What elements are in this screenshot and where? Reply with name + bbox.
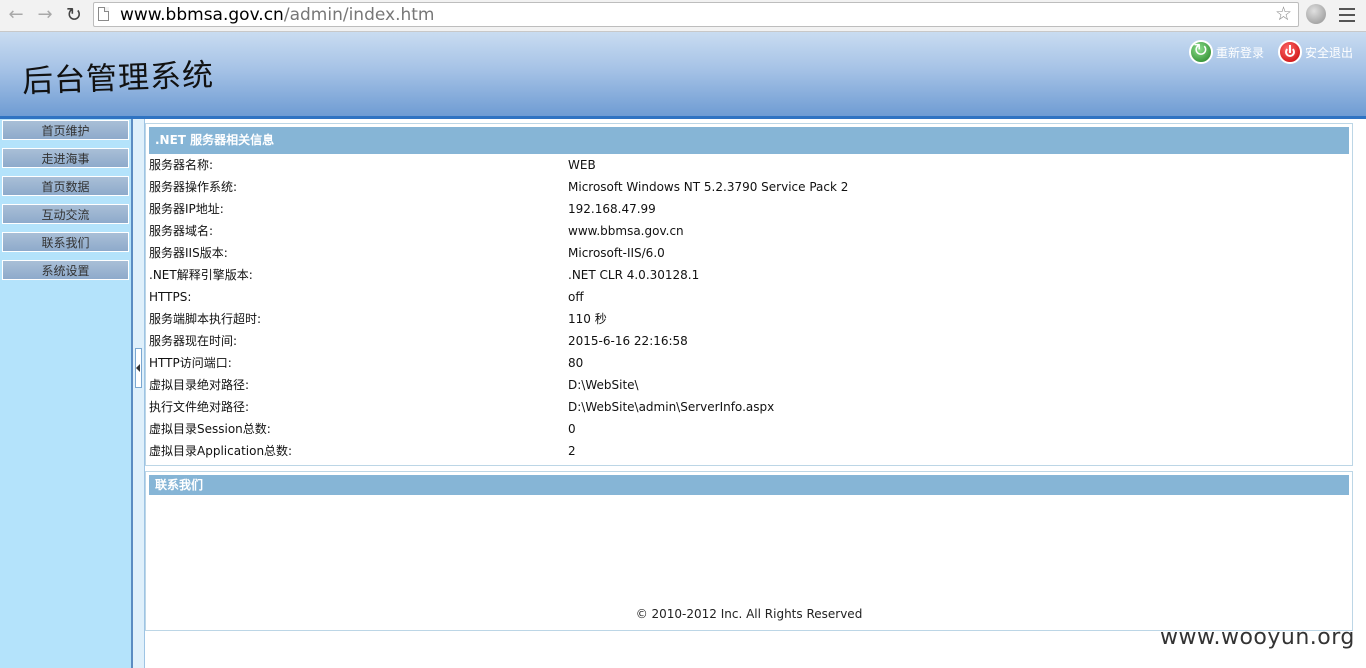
table-row: 虚拟目录绝对路径: D:\WebSite\ <box>146 374 1352 396</box>
address-bar[interactable]: www.bbmsa.gov.cn/admin/index.htm ☆ <box>93 2 1299 27</box>
row-value: WEB <box>568 158 596 172</box>
relogin-button[interactable]: 重新登录 <box>1189 40 1264 64</box>
contact-heading: 联系我们 <box>149 475 1349 495</box>
table-row: 服务器IIS版本: Microsoft-IIS/6.0 <box>146 242 1352 264</box>
sidebar-item-home-maintenance[interactable]: 首页维护 <box>2 120 129 140</box>
table-row: 执行文件绝对路径: D:\WebSite\admin\ServerInfo.asp… <box>146 396 1352 418</box>
row-value: 192.168.47.99 <box>568 202 656 216</box>
url-host: www.bbmsa.gov.cn <box>120 5 284 25</box>
relogin-label: 重新登录 <box>1216 45 1265 60</box>
table-row: .NET解释引擎版本: .NET CLR 4.0.30128.1 <box>146 264 1352 286</box>
table-row: 服务器域名: www.bbmsa.gov.cn <box>146 220 1352 242</box>
row-label: 服务器现在时间: <box>149 334 238 348</box>
watermark: www.wooyun.org <box>1160 625 1355 650</box>
table-row: HTTPS: off <box>146 286 1352 308</box>
row-value: 0 <box>568 422 576 436</box>
row-label: HTTPS: <box>149 290 192 304</box>
site-header: 后台管理系统 重新登录 安全退出 <box>0 32 1366 116</box>
url-text[interactable]: www.bbmsa.gov.cn/admin/index.htm <box>120 5 434 25</box>
table-row: HTTP访问端口: 80 <box>146 352 1352 374</box>
row-value: .NET CLR 4.0.30128.1 <box>568 268 700 282</box>
table-row: 服务器现在时间: 2015-6-16 22:16:58 <box>146 330 1352 352</box>
row-value: off <box>568 290 584 304</box>
row-label: 虚拟目录Session总数: <box>149 422 271 436</box>
hamburger-menu-icon[interactable] <box>1339 8 1355 26</box>
row-value: www.bbmsa.gov.cn <box>568 224 684 238</box>
table-row: 服务器名称: WEB <box>146 154 1352 176</box>
row-label: HTTP访问端口: <box>149 356 232 370</box>
row-label: 服务器操作系统: <box>149 180 238 194</box>
back-arrow-icon[interactable]: ← <box>5 4 27 26</box>
power-icon <box>1278 40 1302 64</box>
table-row: 服务器IP地址: 192.168.47.99 <box>146 198 1352 220</box>
page-icon <box>98 7 109 21</box>
row-label: .NET解释引擎版本: <box>149 268 253 282</box>
table-row: 服务端脚本执行超时: 110 秒 <box>146 308 1352 330</box>
table-row: 虚拟目录Application总数: 2 <box>146 440 1352 462</box>
sidebar-item-about-maritime[interactable]: 走进海事 <box>2 148 129 168</box>
row-label: 服务器IIS版本: <box>149 246 228 260</box>
sidebar-item-system-settings[interactable]: 系统设置 <box>2 260 129 280</box>
row-label: 服务器域名: <box>149 224 214 238</box>
reload-icon[interactable]: ↻ <box>63 4 85 26</box>
header-divider <box>0 116 1366 119</box>
row-value: 80 <box>568 356 584 370</box>
server-info-table: 服务器名称: WEB 服务器操作系统: Microsoft Windows NT 5… <box>146 154 1352 462</box>
table-row: 虚拟目录Session总数: 0 <box>146 418 1352 440</box>
globe-extension-icon[interactable] <box>1306 4 1326 24</box>
row-value: D:\WebSite\ <box>568 378 639 392</box>
site-title: 后台管理系统 <box>21 57 215 100</box>
contact-panel: 联系我们 © 2010-2012 Inc. All Rights Reserve… <box>145 471 1353 631</box>
row-label: 虚拟目录Application总数: <box>149 444 293 458</box>
sidebar-item-home-data[interactable]: 首页数据 <box>2 176 129 196</box>
row-label: 执行文件绝对路径: <box>149 400 250 414</box>
bookmark-star-icon[interactable]: ☆ <box>1275 4 1292 24</box>
forward-arrow-icon[interactable]: → <box>34 4 56 26</box>
row-value: Microsoft-IIS/6.0 <box>568 246 665 260</box>
collapse-arrow-icon[interactable] <box>135 348 142 388</box>
logout-button[interactable]: 安全退出 <box>1278 40 1353 64</box>
row-value: 2 <box>568 444 576 458</box>
sidebar-item-interaction[interactable]: 互动交流 <box>2 204 129 224</box>
row-label: 服务端脚本执行超时: <box>149 312 262 326</box>
row-value: 110 秒 <box>568 312 607 326</box>
server-info-heading: .NET 服务器相关信息 <box>149 127 1349 154</box>
row-value: Microsoft Windows NT 5.2.3790 Service Pa… <box>568 180 849 194</box>
url-path: /admin/index.htm <box>283 5 435 25</box>
copyright-footer: © 2010-2012 Inc. All Rights Reserved <box>635 607 863 621</box>
sidebar-item-contact-us[interactable]: 联系我们 <box>2 232 129 252</box>
row-label: 虚拟目录绝对路径: <box>149 378 250 392</box>
row-label: 服务器IP地址: <box>149 202 224 216</box>
row-label: 服务器名称: <box>149 158 214 172</box>
sidebar-splitter[interactable] <box>133 119 145 668</box>
logout-label: 安全退出 <box>1305 45 1354 60</box>
sidebar: 首页维护 走进海事 首页数据 互动交流 联系我们 系统设置 <box>0 119 133 668</box>
row-value: D:\WebSite\admin\ServerInfo.aspx <box>568 400 775 414</box>
refresh-icon <box>1189 40 1213 64</box>
browser-toolbar: ← → ↻ www.bbmsa.gov.cn/admin/index.htm ☆ <box>0 0 1366 32</box>
table-row: 服务器操作系统: Microsoft Windows NT 5.2.3790 Se… <box>146 176 1352 198</box>
server-info-panel: .NET 服务器相关信息 服务器名称: WEB 服务器操作系统: Microsoft… <box>145 123 1353 466</box>
row-value: 2015-6-16 22:16:58 <box>568 334 688 348</box>
